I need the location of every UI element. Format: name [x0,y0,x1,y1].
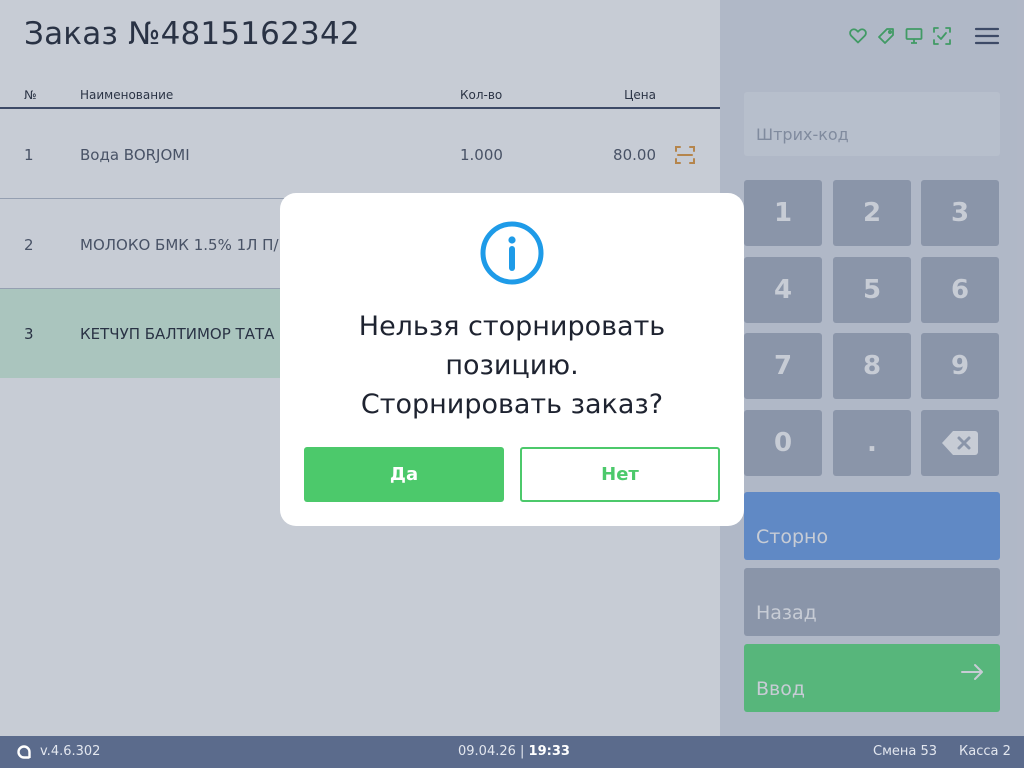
logo-icon [17,745,31,759]
dialog-line: Сторнировать заказ? [360,389,664,420]
app-version: v.4.6.302 [40,744,101,759]
dialog-message: Нельзя сторнировать позицию. Сторнироват… [300,307,724,424]
no-button[interactable]: Нет [520,447,720,502]
dialog-line: Нельзя сторнировать [358,311,666,342]
shift-number: Смена 53 [873,744,938,759]
date-time: 09.04.26 | 19:33 [458,744,570,759]
date: 09.04.26 | [458,744,529,759]
confirm-dialog: Нельзя сторнировать позицию. Сторнироват… [280,193,744,526]
time: 19:33 [528,744,570,759]
yes-button[interactable]: Да [304,447,504,502]
status-bar: v.4.6.302 09.04.26 | 19:33 Смена 53 Касс… [0,736,1024,768]
info-icon [480,221,544,285]
dialog-line: позицию. [445,350,579,381]
register-number: Касса 2 [959,744,1011,759]
